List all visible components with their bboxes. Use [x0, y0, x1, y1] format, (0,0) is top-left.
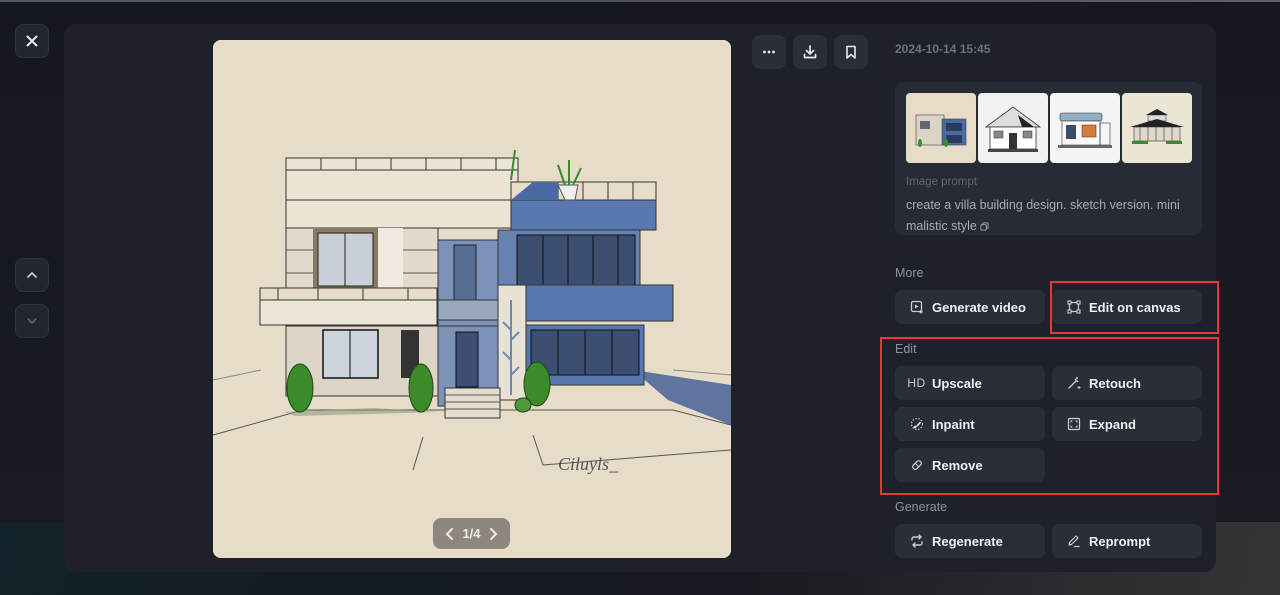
copy-icon[interactable]: [980, 222, 989, 231]
download-button[interactable]: [793, 35, 827, 69]
prompt-card: Image prompt create a villa building des…: [895, 82, 1202, 235]
thumbnail-strip: [906, 93, 1192, 163]
thumbnail-2[interactable]: [978, 93, 1048, 163]
thumbnail-1[interactable]: [906, 93, 976, 163]
prompt-label: Image prompt: [906, 176, 977, 188]
close-button[interactable]: [15, 24, 49, 58]
repeat-icon: [910, 534, 923, 548]
more-horizontal-icon: [763, 50, 775, 54]
expand-frame-icon: [1067, 417, 1080, 431]
section-label-edit: Edit: [895, 342, 917, 356]
thumbnail-3[interactable]: [1050, 93, 1120, 163]
thumbnail-4[interactable]: [1122, 93, 1192, 163]
inpaint-label: Inpaint: [932, 416, 975, 432]
signature-text: Ciluyls_: [558, 454, 619, 474]
more-options-button[interactable]: [752, 35, 786, 69]
thumbnail-house-image: [978, 93, 1048, 163]
remove-button[interactable]: Remove: [895, 448, 1045, 482]
remove-label: Remove: [932, 457, 983, 473]
image-pager: 1/4: [433, 518, 510, 549]
eraser-icon: [911, 460, 922, 470]
regenerate-button[interactable]: Regenerate: [895, 524, 1045, 558]
villa-sketch-image: Ciluyls_: [213, 40, 731, 558]
bookmark-icon: [846, 45, 856, 59]
edit-on-canvas-label: Edit on canvas: [1089, 299, 1181, 315]
download-icon: [803, 45, 817, 59]
brush-selection-icon: [910, 417, 923, 431]
thumbnail-cottage-image: [1050, 93, 1120, 163]
pager-label: 1/4: [462, 526, 481, 541]
chevron-up-icon: [27, 272, 37, 278]
expand-label: Expand: [1089, 416, 1136, 432]
section-label-more: More: [895, 266, 924, 280]
bookmark-button[interactable]: [834, 35, 868, 69]
upscale-button[interactable]: HD Upscale: [895, 366, 1045, 400]
upscale-label: Upscale: [932, 375, 982, 391]
magic-wand-icon: [1067, 377, 1080, 389]
expand-button[interactable]: Expand: [1052, 407, 1202, 441]
retouch-button[interactable]: Retouch: [1052, 366, 1202, 400]
next-image-button[interactable]: [15, 304, 49, 338]
previous-image-button[interactable]: [15, 258, 49, 292]
pencil-icon: [1067, 535, 1079, 548]
hd-icon: HD: [907, 376, 926, 390]
chevron-down-icon: [27, 318, 37, 324]
regenerate-label: Regenerate: [932, 533, 1003, 549]
prompt-text-value: create a villa building design. sketch v…: [906, 198, 1180, 233]
section-label-generate: Generate: [895, 500, 948, 514]
thumbnail-pagoda-house-image: [1122, 93, 1192, 163]
retouch-label: Retouch: [1089, 375, 1141, 391]
inpaint-button[interactable]: Inpaint: [895, 407, 1045, 441]
reprompt-label: Reprompt: [1089, 533, 1151, 549]
video-plus-icon: [910, 300, 923, 314]
thumbnail-villa-image: [906, 93, 976, 163]
close-icon: [26, 35, 38, 47]
creation-timestamp: 2024-10-14 15:45: [895, 42, 991, 56]
generate-video-label: Generate video: [932, 299, 1026, 315]
reprompt-button[interactable]: Reprompt: [1052, 524, 1202, 558]
canvas-frame-icon: [1066, 300, 1081, 314]
generate-video-button[interactable]: Generate video: [895, 290, 1045, 324]
generated-image[interactable]: Ciluyls_ 1/4: [213, 40, 731, 558]
prompt-text: create a villa building design. sketch v…: [906, 195, 1196, 237]
edit-on-canvas-button[interactable]: Edit on canvas: [1052, 290, 1202, 324]
chevron-right-icon[interactable]: [487, 527, 499, 541]
chevron-left-icon[interactable]: [444, 527, 456, 541]
